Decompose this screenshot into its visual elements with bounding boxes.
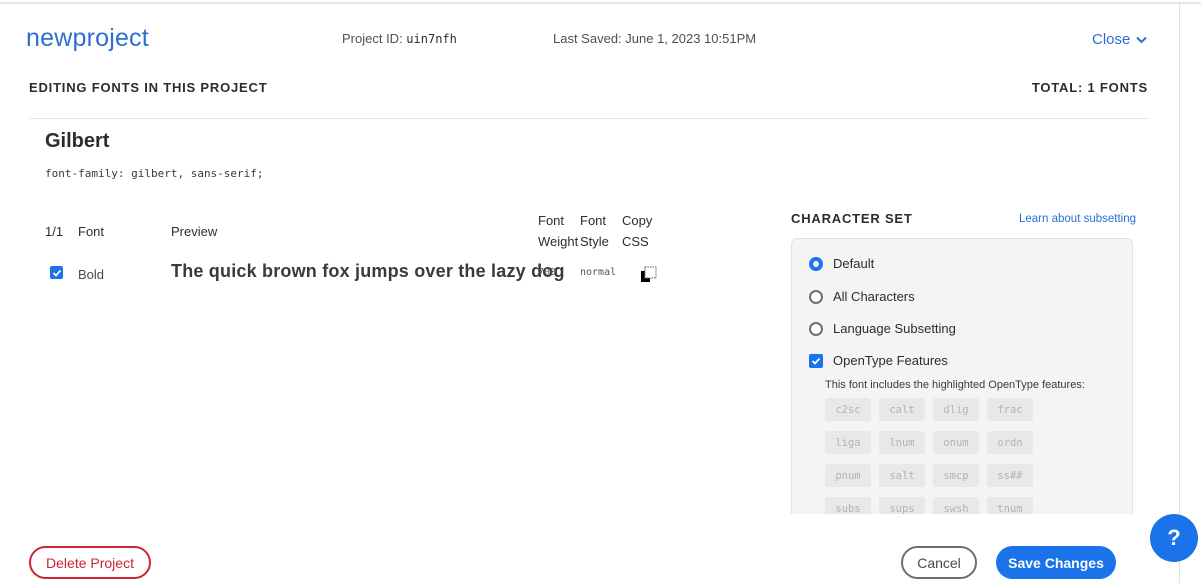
font-style-name: Bold: [78, 267, 105, 282]
opentype-feature-tag: sups: [879, 497, 925, 514]
option-label: OpenType Features: [833, 353, 948, 368]
question-mark-icon: ?: [1167, 525, 1181, 550]
opentype-hint: This font includes the highlighted OpenT…: [825, 379, 1085, 391]
font-family-name: Gilbert: [45, 130, 110, 152]
project-id-label: Project ID:: [342, 31, 407, 46]
radio-all-characters[interactable]: All Characters: [809, 289, 915, 304]
opentype-feature-tag: frac: [987, 398, 1033, 421]
last-saved: Last Saved: June 1, 2023 10:51PM: [553, 31, 757, 46]
opentype-feature-tag: onum: [933, 431, 979, 454]
opentype-feature-list: c2sc calt dlig frac liga lnum onum ordn pnum salt…: [825, 398, 1065, 514]
opentype-feature-tag: salt: [879, 464, 925, 487]
font-weight-value: 700: [538, 267, 557, 278]
option-label: Language Subsetting: [833, 321, 956, 336]
scrollbar-track[interactable]: [1179, 3, 1180, 583]
project-id-value: uin7nfh: [406, 32, 457, 46]
column-font: Font: [78, 224, 105, 239]
column-copy-css: Copy CSS: [622, 213, 653, 249]
radio-unselected-icon: [809, 321, 823, 336]
checkbox-checked-icon: [809, 353, 823, 368]
total-fonts: TOTAL: 1 FONTS: [1031, 80, 1148, 95]
font-row-checkbox[interactable]: [50, 266, 63, 279]
opentype-feature-tag: smcp: [933, 464, 979, 487]
cancel-button[interactable]: Cancel: [901, 546, 977, 579]
opentype-feature-tag: tnum: [987, 497, 1033, 514]
close-label: Close: [1092, 31, 1131, 48]
opentype-feature-tag: calt: [879, 398, 925, 421]
opentype-feature-tag: lnum: [879, 431, 925, 454]
column-count: 1/1: [45, 224, 64, 239]
opentype-feature-tag: subs: [825, 497, 871, 514]
radio-language-subsetting[interactable]: Language Subsetting: [809, 321, 956, 336]
close-button[interactable]: Close: [1092, 31, 1148, 48]
option-label: All Characters: [833, 289, 915, 304]
checkmark-icon: [811, 357, 821, 365]
opentype-features-checkbox[interactable]: OpenType Features: [809, 353, 948, 368]
opentype-feature-tag: liga: [825, 431, 871, 454]
character-set-panel: Default All Characters Language Subsetti…: [791, 238, 1133, 514]
font-preview: The quick brown fox jumps over the lazy …: [171, 261, 565, 281]
radio-selected-icon: [809, 256, 823, 271]
opentype-feature-tag: swsh: [933, 497, 979, 514]
chevron-down-icon: [1136, 36, 1148, 43]
column-font-weight: Font Weight: [538, 213, 579, 249]
project-id: Project ID: uin7nfh: [342, 31, 457, 46]
opentype-feature-tag: dlig: [933, 398, 979, 421]
copy-icon[interactable]: [640, 264, 660, 284]
column-preview: Preview: [171, 224, 218, 239]
checkmark-icon: [52, 269, 61, 277]
delete-project-button[interactable]: Delete Project: [29, 546, 151, 579]
divider: [29, 118, 1149, 119]
character-set-title: CHARACTER SET: [791, 211, 913, 226]
learn-subsetting-link[interactable]: Learn about subsetting: [1019, 213, 1136, 225]
radio-unselected-icon: [809, 289, 823, 304]
radio-default[interactable]: Default: [809, 256, 874, 271]
font-css-snippet: font-family: gilbert, sans-serif;: [45, 167, 264, 180]
top-border: [0, 2, 1201, 4]
opentype-feature-tag: pnum: [825, 464, 871, 487]
opentype-feature-tag: ordn: [987, 431, 1033, 454]
help-button[interactable]: ?: [1150, 514, 1198, 562]
option-label: Default: [833, 256, 875, 271]
project-title: newproject: [26, 24, 149, 52]
section-title: EDITING FONTS IN THIS PROJECT: [29, 80, 268, 95]
font-style-value: normal: [580, 267, 617, 278]
opentype-feature-tag: ss##: [987, 464, 1033, 487]
column-font-style: Font Style: [580, 213, 609, 249]
opentype-feature-tag: c2sc: [825, 398, 871, 421]
save-changes-button[interactable]: Save Changes: [996, 546, 1116, 579]
